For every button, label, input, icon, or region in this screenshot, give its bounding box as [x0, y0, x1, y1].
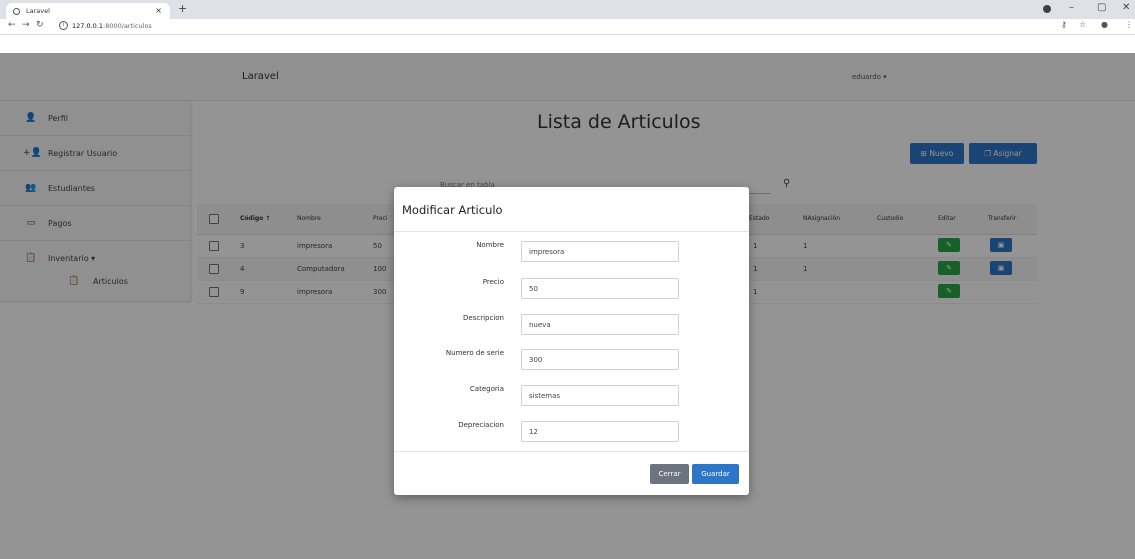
- tab-close-icon[interactable]: ×: [155, 6, 162, 15]
- precio-label: Precio: [482, 278, 504, 286]
- star-icon[interactable]: ☆: [1079, 20, 1086, 29]
- back-icon[interactable]: ←: [8, 20, 16, 30]
- categoria-field[interactable]: [521, 385, 679, 406]
- guardar-button[interactable]: Guardar: [692, 464, 739, 484]
- numero-serie-field[interactable]: [521, 349, 679, 370]
- minimize-button[interactable]: –: [1069, 2, 1074, 13]
- modificar-articulo-modal: Modificar Articulo Nombre Precio Descrip…: [394, 187, 749, 495]
- descripcion-field[interactable]: [521, 314, 679, 335]
- url-path: :8000/articulos: [103, 21, 152, 30]
- depreciacion-label: Depreciacion: [458, 421, 504, 429]
- cerrar-button[interactable]: Cerrar: [650, 464, 689, 484]
- nombre-label: Nombre: [476, 241, 504, 249]
- descripcion-label: Descripcion: [463, 314, 504, 322]
- browser-tab[interactable]: Laravel ×: [6, 3, 170, 19]
- account-icon[interactable]: ●: [1101, 20, 1108, 29]
- globe-icon: [13, 7, 20, 15]
- address-bar: ← → ↻ i 127.0.0.1:8000/articulos ⚷ ☆ ● ⋮: [0, 19, 1135, 35]
- new-tab-button[interactable]: +: [178, 2, 187, 15]
- nombre-field[interactable]: [521, 241, 679, 262]
- url-field[interactable]: i 127.0.0.1:8000/articulos: [59, 21, 152, 30]
- close-window-button[interactable]: ✕: [1122, 2, 1130, 13]
- url-host: 127.0.0.1: [72, 21, 104, 30]
- forward-icon[interactable]: →: [22, 20, 30, 30]
- modal-header: Modificar Articulo: [394, 187, 749, 232]
- key-icon[interactable]: ⚷: [1061, 20, 1067, 29]
- info-icon[interactable]: i: [59, 21, 68, 30]
- menu-kebab-icon[interactable]: ⋮: [1125, 20, 1133, 29]
- numero-serie-label: Numero de serie: [445, 349, 504, 357]
- profile-icon[interactable]: [1043, 5, 1051, 13]
- maximize-button[interactable]: ▢: [1097, 2, 1106, 13]
- precio-field[interactable]: [521, 278, 679, 299]
- modal-title: Modificar Articulo: [402, 203, 503, 217]
- browser-tab-bar: Laravel × + – ▢ ✕: [0, 0, 1135, 19]
- modal-footer: Cerrar Guardar: [394, 451, 749, 496]
- depreciacion-field[interactable]: [521, 421, 679, 442]
- categoria-label: Categoria: [469, 385, 504, 393]
- tab-title: Laravel: [26, 7, 50, 15]
- reload-icon[interactable]: ↻: [36, 20, 44, 30]
